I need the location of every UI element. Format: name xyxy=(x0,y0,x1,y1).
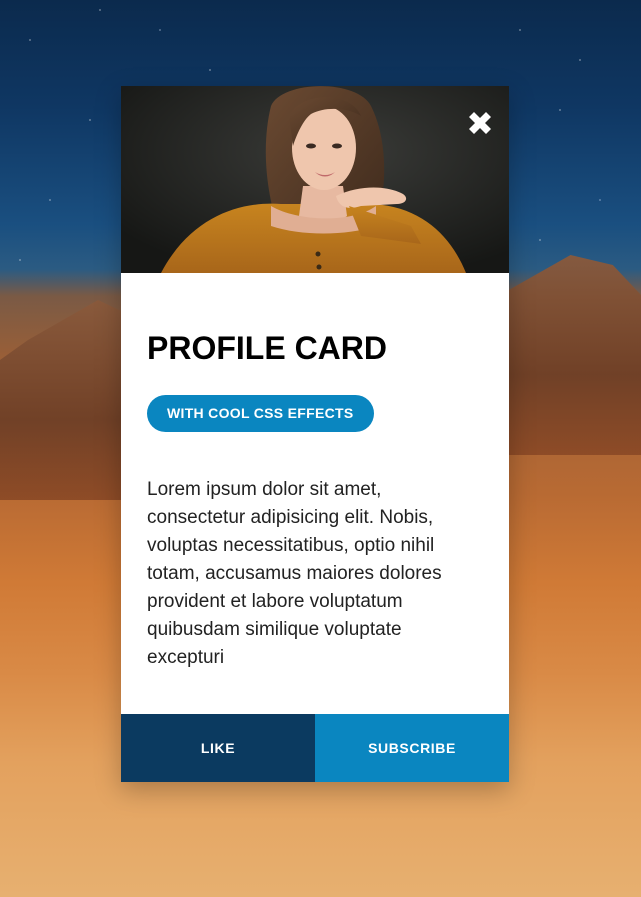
subscribe-button[interactable]: SUBSCRIBE xyxy=(315,714,509,782)
card-title: PROFILE CARD xyxy=(147,330,387,366)
rock-formation-right xyxy=(500,255,641,455)
close-button[interactable] xyxy=(463,106,497,140)
profile-photo xyxy=(121,86,509,273)
profile-card: PROFILE CARD WITH COOL CSS EFFECTS Lorem… xyxy=(121,86,509,782)
rock-formation-left xyxy=(0,300,140,500)
card-description: Lorem ipsum dolor sit amet, consectetur … xyxy=(147,479,442,668)
close-icon xyxy=(469,112,491,134)
card-actions: LIKE SUBSCRIBE xyxy=(121,714,509,782)
profile-photo-illustration xyxy=(121,86,509,273)
like-button[interactable]: LIKE xyxy=(121,714,315,782)
effects-badge[interactable]: WITH COOL CSS EFFECTS xyxy=(147,395,374,432)
